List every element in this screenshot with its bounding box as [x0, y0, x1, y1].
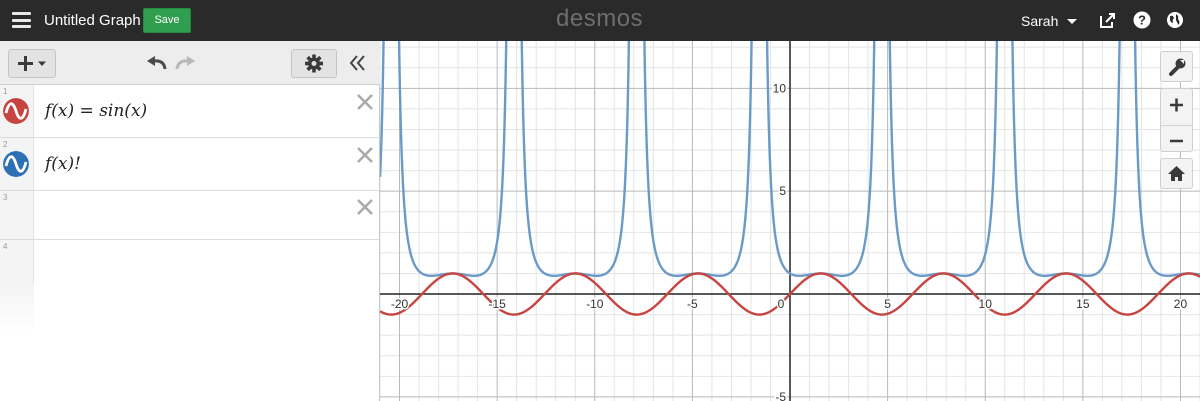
expression-input[interactable]: f(x)! — [45, 154, 81, 174]
add-icon — [18, 56, 46, 71]
x-tick-label: 10 — [979, 297, 993, 311]
home-button[interactable] — [1160, 158, 1193, 189]
expression-row-1[interactable]: 1 f(x) = sin(x) — [0, 85, 379, 138]
expression-gutter: 3 — [0, 191, 34, 239]
save-button[interactable]: Save — [143, 8, 191, 33]
x-tick-label: 20 — [1174, 297, 1188, 311]
home-icon — [1168, 166, 1185, 181]
expression-number: 3 — [3, 193, 8, 202]
globe-icon[interactable] — [1166, 11, 1184, 29]
expression-gutter: 1 — [0, 85, 34, 137]
x-tick-label: -5 — [687, 297, 698, 311]
expression-toolbar — [0, 41, 380, 85]
gutter-fade — [0, 284, 34, 334]
top-bar: Untitled Graph Save desmos Sarah ? — [0, 0, 1200, 41]
caret-down-icon[interactable] — [1067, 19, 1077, 24]
menu-icon[interactable] — [12, 12, 31, 28]
graph-title[interactable]: Untitled Graph — [44, 12, 141, 29]
graph-paper[interactable]: -20 -15 -10 -5 0 5 10 15 20 10 5 -5 — [378, 0, 1200, 401]
zoom-controls — [1160, 88, 1193, 152]
user-menu[interactable]: Sarah — [1021, 13, 1058, 29]
axes — [380, 41, 1200, 401]
x-tick-label: -20 — [391, 297, 409, 311]
expression-row-2[interactable]: 2 f(x)! — [0, 138, 379, 191]
y-tick-label: 10 — [773, 81, 787, 95]
redo-icon[interactable] — [174, 55, 196, 71]
expression-gutter: 2 — [0, 138, 34, 190]
collapse-icon[interactable] — [349, 55, 367, 71]
share-icon[interactable] — [1099, 11, 1117, 29]
zoom-in-icon[interactable] — [1161, 89, 1192, 120]
graph-canvas[interactable]: -20 -15 -10 -5 0 5 10 15 20 10 5 -5 — [378, 0, 1200, 401]
undo-icon[interactable] — [146, 55, 168, 71]
x-tick-label: 0 — [778, 297, 785, 311]
x-tick-label: -15 — [488, 297, 506, 311]
svg-text:?: ? — [1138, 13, 1146, 28]
expression-gutter: 4 — [0, 240, 34, 284]
y-tick-label: 5 — [779, 184, 786, 198]
expression-row-4[interactable]: 4 — [0, 240, 379, 284]
gear-icon — [305, 54, 323, 73]
sine-wave-icon[interactable] — [3, 98, 29, 124]
settings-button[interactable] — [291, 49, 337, 78]
desmos-logo: desmos — [556, 5, 644, 32]
delete-expression-icon[interactable] — [356, 146, 374, 164]
expression-input[interactable]: f(x) = sin(x) — [45, 101, 147, 121]
help-icon[interactable]: ? — [1133, 11, 1151, 29]
sine-wave-icon[interactable] — [3, 151, 29, 177]
expression-list: 1 f(x) = sin(x) 2 f(x)! 3 4 — [0, 41, 380, 401]
graph-settings-button[interactable] — [1160, 51, 1193, 82]
add-item-button[interactable] — [8, 49, 56, 78]
delete-expression-icon[interactable] — [356, 93, 374, 111]
x-tick-label: 5 — [884, 297, 891, 311]
wrench-icon — [1169, 58, 1186, 76]
x-tick-label: -10 — [586, 297, 604, 311]
x-tick-label: 15 — [1076, 297, 1090, 311]
expression-number: 1 — [3, 87, 8, 96]
expression-row-3[interactable]: 3 — [0, 191, 379, 240]
delete-expression-icon[interactable] — [356, 198, 374, 216]
y-tick-label: -5 — [775, 390, 786, 401]
expression-number: 4 — [3, 242, 8, 251]
expression-number: 2 — [3, 140, 8, 149]
zoom-out-icon[interactable] — [1161, 126, 1192, 157]
